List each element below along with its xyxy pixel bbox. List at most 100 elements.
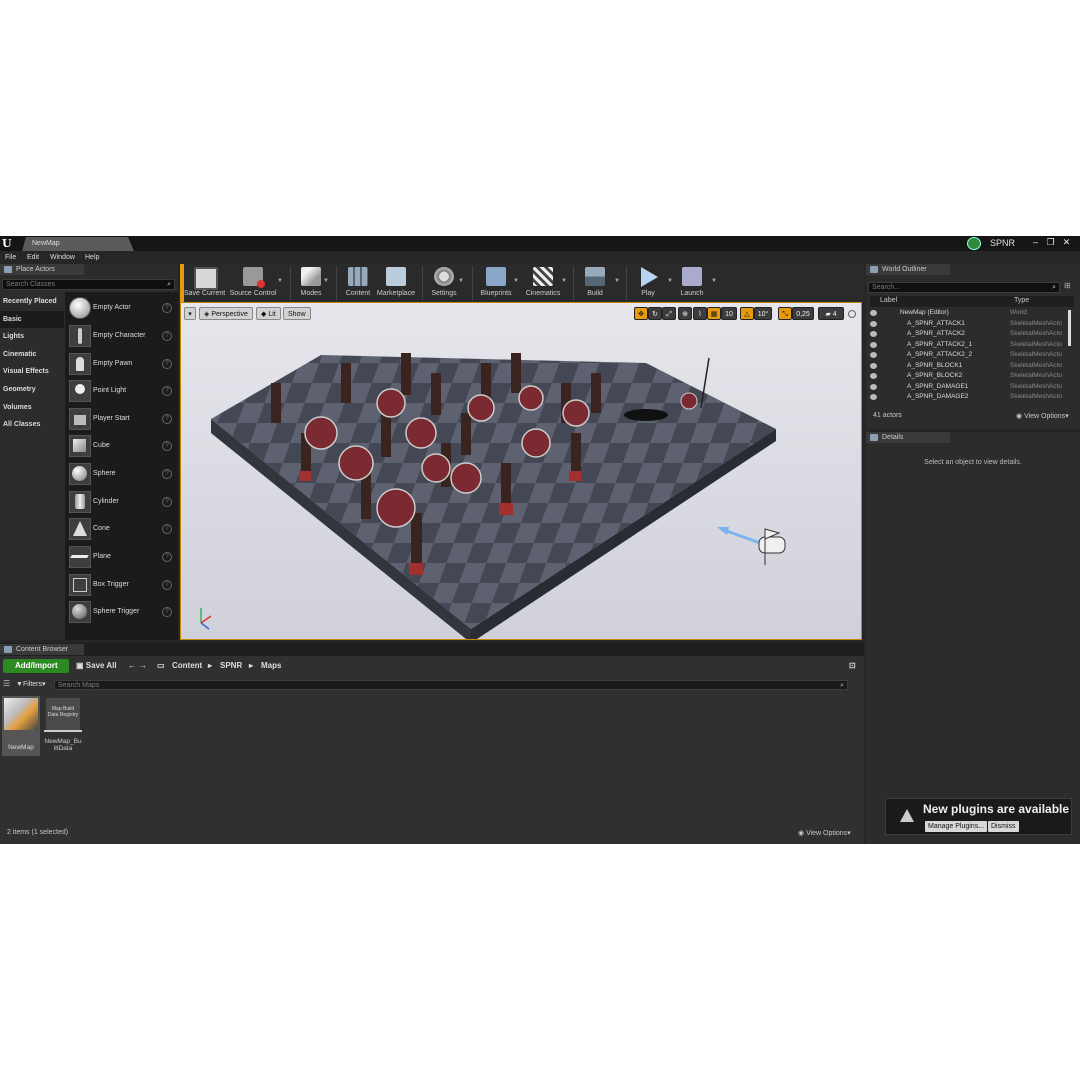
outliner-row[interactable]: A_SPNR_DAMAGE2 SkeletalMeshActo <box>870 392 1072 403</box>
world-space-icon[interactable]: ⊕ <box>678 307 692 320</box>
outliner-scrollbar[interactable] <box>1068 310 1071 346</box>
surface-snap-icon[interactable]: ⌇ <box>693 307 707 320</box>
translate-tool-icon[interactable]: ✥ <box>634 307 648 320</box>
source-control-button[interactable]: Source Control <box>228 264 278 302</box>
manage-plugins-button[interactable]: Manage Plugins... <box>925 821 988 832</box>
scale-snap-icon[interactable]: ⤡ <box>778 307 792 320</box>
visibility-eye-icon[interactable] <box>870 352 877 358</box>
help-icon[interactable]: ? <box>162 414 172 424</box>
viewport-options-button[interactable]: ▾ <box>184 307 196 320</box>
col-type-header[interactable]: Type <box>1014 297 1029 304</box>
category-recently-placed[interactable]: Recently Placed <box>0 293 64 310</box>
category-visual-effects[interactable]: Visual Effects <box>0 363 64 380</box>
perspective-button[interactable]: ◈ Perspective <box>199 307 253 320</box>
play-button[interactable]: Play <box>632 264 664 302</box>
save-all-button[interactable]: ▣ Save All <box>76 659 117 673</box>
outliner-search-input[interactable]: Search... ⌕ <box>868 282 1060 293</box>
level-viewport[interactable]: ▾ ◈ Perspective ◆ Lit Show ✥ ↻ ⤢ ⊕ ⌇ ▦ 1… <box>180 302 862 640</box>
map-tab[interactable]: NewMap <box>22 237 134 251</box>
category-cinematic[interactable]: Cinematic <box>0 346 64 363</box>
scale-snap-value[interactable]: 0,25 <box>792 307 814 320</box>
actor-item-cylinder[interactable]: Cylinder ? <box>66 488 178 515</box>
outliner-row[interactable]: A_SPNR_BLOCK2 SkeletalMeshActo <box>870 371 1072 382</box>
scale-tool-icon[interactable]: ⤢ <box>662 307 676 320</box>
breadcrumb-maps[interactable]: Maps <box>261 659 281 673</box>
help-icon[interactable]: ? <box>162 331 172 341</box>
launch-dropdown-icon[interactable]: ▼ <box>711 278 717 284</box>
menu-edit[interactable]: Edit <box>27 252 39 264</box>
category-basic[interactable]: Basic <box>0 311 64 328</box>
folder-icon[interactable]: ▭ <box>157 659 165 673</box>
cinematics-dropdown-icon[interactable]: ▼ <box>561 278 567 284</box>
visibility-eye-icon[interactable] <box>870 383 877 390</box>
outliner-row[interactable]: A_SPNR_ATTACK1 SkeletalMeshActo <box>870 319 1072 330</box>
category-all-classes[interactable]: All Classes <box>0 416 64 433</box>
close-button[interactable]: ✕ <box>1060 236 1073 248</box>
details-tab[interactable]: Details <box>866 432 950 443</box>
maximize-button[interactable]: ❐ <box>1044 236 1057 248</box>
grid-snap-icon[interactable]: ▦ <box>707 307 721 320</box>
build-dropdown-icon[interactable]: ▼ <box>614 278 620 284</box>
content-button[interactable]: Content <box>340 264 376 302</box>
menu-help[interactable]: Help <box>85 252 99 264</box>
visibility-eye-icon[interactable] <box>870 320 877 327</box>
settings-button[interactable]: Settings <box>426 264 462 302</box>
help-icon[interactable]: ? <box>162 386 172 396</box>
help-icon[interactable]: ? <box>162 524 172 534</box>
cinematics-button[interactable]: Cinematics <box>523 264 563 302</box>
help-icon[interactable]: ? <box>162 497 172 507</box>
help-icon[interactable]: ? <box>162 359 172 369</box>
source-control-dropdown-icon[interactable]: ▼ <box>277 278 283 284</box>
settings-dropdown-icon[interactable]: ▼ <box>458 278 464 284</box>
rotation-snap-icon[interactable]: △ <box>740 307 754 320</box>
help-icon[interactable]: ? <box>162 552 172 562</box>
blueprints-dropdown-icon[interactable]: ▼ <box>513 278 519 284</box>
back-button[interactable]: ← <box>128 659 136 673</box>
outliner-row[interactable]: A_SPNR_BLOCK1 SkeletalMeshActo <box>870 361 1072 372</box>
actor-item-empty-actor[interactable]: Empty Actor ? <box>66 294 178 321</box>
rotate-tool-icon[interactable]: ↻ <box>648 307 662 320</box>
actor-item-sphere[interactable]: Sphere ? <box>66 460 178 487</box>
forward-button[interactable]: → <box>139 659 147 673</box>
outliner-row[interactable]: A_SPNR_DAMAGE1 SkeletalMeshActo <box>870 382 1072 393</box>
actor-item-player-start[interactable]: Player Start ? <box>66 405 178 432</box>
outliner-add-icon[interactable]: ⊞ <box>1064 281 1074 292</box>
actor-item-empty-character[interactable]: Empty Character ? <box>66 322 178 349</box>
actor-item-sphere-trigger[interactable]: Sphere Trigger ? <box>66 598 178 625</box>
help-icon[interactable]: ? <box>162 580 172 590</box>
asset-newmap[interactable]: NewMap <box>2 696 40 756</box>
filters-button[interactable]: ▼Filters▾ <box>16 680 46 690</box>
minimize-button[interactable]: – <box>1029 236 1042 248</box>
marketplace-button[interactable]: Marketplace <box>376 264 416 302</box>
content-view-options[interactable]: ◉ View Options▾ <box>798 829 851 837</box>
outliner-row[interactable]: A_SPNR_ATTACK2 SkeletalMeshActo <box>870 329 1072 340</box>
actor-item-box-trigger[interactable]: Box Trigger ? <box>66 571 178 598</box>
category-volumes[interactable]: Volumes <box>0 399 64 416</box>
modes-dropdown-icon[interactable]: ▼ <box>323 278 329 284</box>
content-browser-tab[interactable]: Content Browser <box>0 644 84 655</box>
maximize-viewport-icon[interactable] <box>848 310 856 318</box>
asset-newmap-builtdata[interactable]: Map Build Data Registry NewMap_BuiltData <box>44 696 82 756</box>
breadcrumb-spnr[interactable]: SPNR <box>220 659 242 673</box>
launch-button[interactable]: Launch <box>676 264 708 302</box>
help-icon[interactable]: ? <box>162 607 172 617</box>
visibility-eye-icon[interactable] <box>870 310 877 316</box>
camera-speed-button[interactable]: ▰ 4 <box>818 307 844 320</box>
actor-item-empty-pawn[interactable]: Empty Pawn ? <box>66 350 178 377</box>
actor-item-point-light[interactable]: Point Light ? <box>66 377 178 404</box>
visibility-eye-icon[interactable] <box>870 331 877 337</box>
sources-toggle-icon[interactable]: ☰ <box>3 679 13 690</box>
visibility-eye-icon[interactable] <box>870 373 877 379</box>
rotation-snap-value[interactable]: 10° <box>754 307 772 320</box>
content-search-input[interactable]: Search Maps ⌕ <box>54 680 848 690</box>
category-lights[interactable]: Lights <box>0 328 64 345</box>
lock-icon[interactable]: ⊡ <box>849 659 856 673</box>
save-current-button[interactable]: Save Current <box>184 264 225 302</box>
breadcrumb-content[interactable]: Content <box>172 659 202 673</box>
world-outliner-tab[interactable]: World Outliner <box>866 264 950 275</box>
category-geometry[interactable]: Geometry <box>0 381 64 398</box>
outliner-row[interactable]: A_SPNR_ATTACK2_1 SkeletalMeshActo <box>870 340 1072 351</box>
menu-window[interactable]: Window <box>50 252 75 264</box>
outliner-row[interactable]: A_SPNR_ATTACK2_2 SkeletalMeshActo <box>870 350 1072 361</box>
blueprints-button[interactable]: Blueprints <box>476 264 516 302</box>
